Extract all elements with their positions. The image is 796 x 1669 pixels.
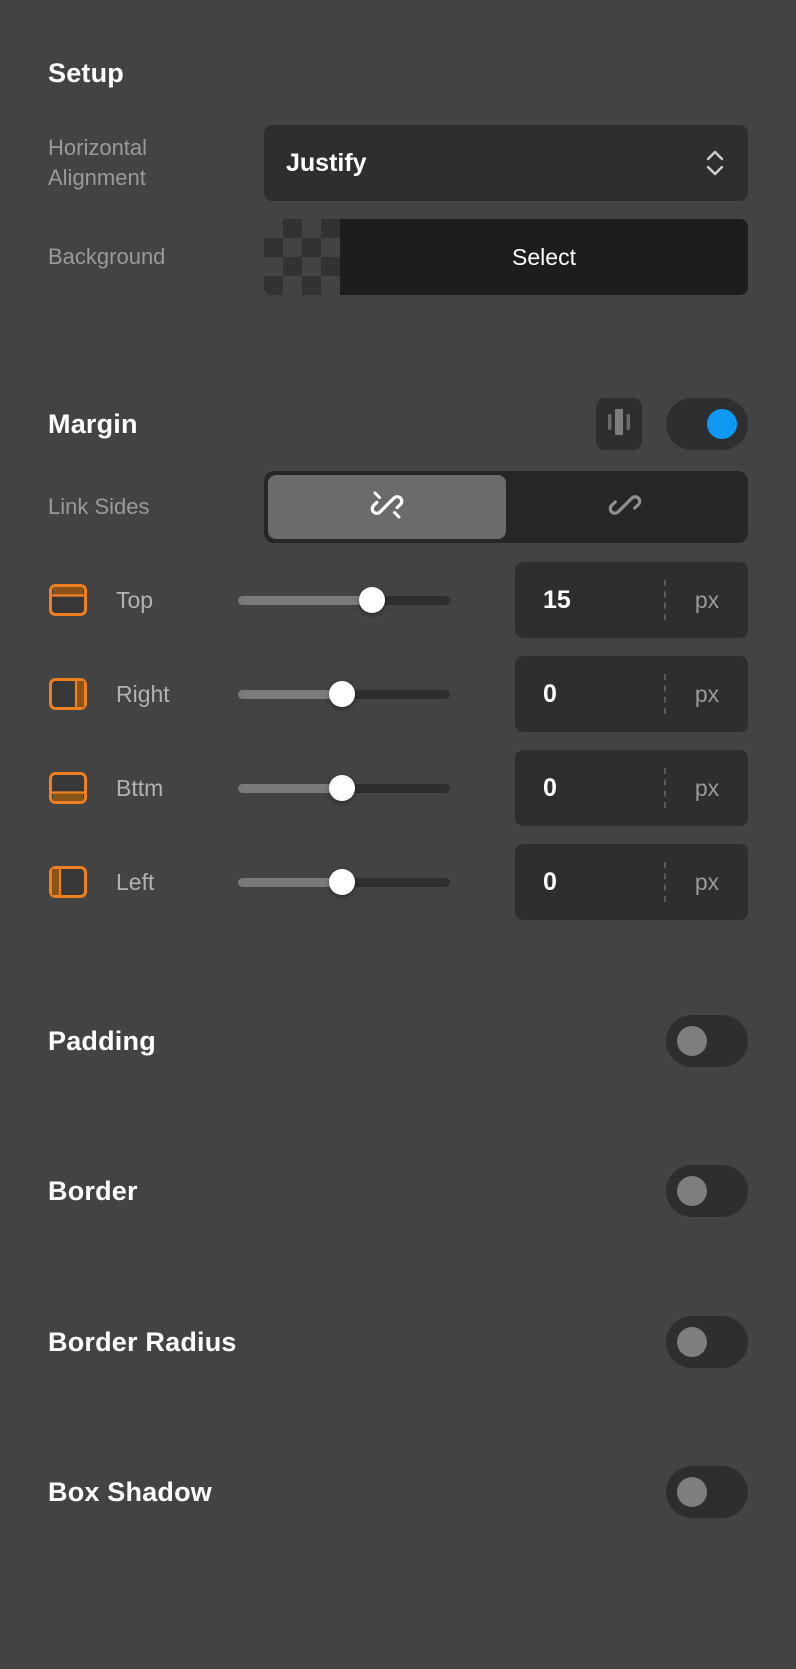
slider-thumb[interactable] (328, 869, 355, 895)
border-section-title: Border (48, 1175, 138, 1206)
background-select-button[interactable]: Select (340, 219, 748, 295)
link-sides-option-linked[interactable] (506, 475, 744, 539)
style-properties-panel: Setup Horizontal Alignment Justify Backg… (0, 0, 796, 1669)
background-select-label: Select (512, 243, 576, 270)
box-shadow-section: Box Shadow (48, 1466, 748, 1518)
setup-section-title: Setup (48, 58, 125, 88)
border-radius-enable-toggle[interactable] (666, 1316, 748, 1368)
margin-row-label: Top (116, 586, 154, 613)
margin-bottom-input[interactable]: 0 px (515, 750, 748, 826)
border-radius-section-title: Border Radius (48, 1326, 237, 1357)
margin-top-value: 15 (543, 585, 571, 614)
margin-right-value: 0 (543, 679, 557, 708)
margin-right-input[interactable]: 0 px (515, 656, 748, 732)
box-shadow-enable-toggle[interactable] (666, 1466, 748, 1518)
box-shadow-section-title: Box Shadow (48, 1476, 213, 1507)
slider-thumb[interactable] (328, 681, 355, 707)
horizontal-alignment-select[interactable]: Justify (264, 125, 748, 201)
margin-spacing-icon (606, 406, 632, 443)
toggle-knob (677, 1327, 707, 1357)
background-row: Background Select (48, 219, 748, 295)
padding-section-title: Padding (48, 1025, 156, 1056)
margin-row-bottom: Bttm 0 px (48, 750, 748, 826)
slider-track-fill (238, 783, 342, 793)
link-icon (607, 487, 643, 528)
margin-row-label: Right (116, 680, 170, 707)
border-radius-section: Border Radius (48, 1316, 748, 1368)
link-sides-segmented-control (264, 471, 748, 543)
margin-row-top: Top 15 px (48, 562, 748, 638)
margin-row-label: Left (116, 868, 155, 895)
toggle-knob (677, 1176, 707, 1206)
slider-track-fill (238, 689, 342, 699)
margin-bottom-slider[interactable] (238, 768, 450, 808)
chevron-updown-icon (704, 146, 726, 180)
margin-top-input[interactable]: 15 px (515, 562, 748, 638)
padding-section: Padding (48, 1015, 748, 1067)
margin-left-value: 0 (543, 867, 557, 896)
slider-track-fill (238, 877, 342, 887)
link-sides-row: Link Sides (48, 471, 748, 543)
link-broken-icon (369, 487, 405, 528)
background-label: Background (48, 244, 166, 269)
margin-top-slider[interactable] (238, 580, 450, 620)
toggle-knob (707, 409, 737, 439)
background-color-swatch[interactable] (264, 219, 340, 295)
margin-left-slider[interactable] (238, 862, 450, 902)
margin-enable-toggle[interactable] (666, 398, 748, 450)
box-top-icon (48, 580, 88, 620)
toggle-knob (677, 1477, 707, 1507)
margin-right-slider[interactable] (238, 674, 450, 714)
margin-left-unit: px (694, 868, 720, 895)
margin-section-title: Margin (48, 408, 138, 439)
horizontal-alignment-label: Horizontal Alignment (48, 135, 148, 190)
background-control: Select (264, 219, 748, 295)
slider-thumb[interactable] (328, 775, 355, 801)
horizontal-alignment-row: Horizontal Alignment Justify (48, 125, 748, 201)
slider-thumb[interactable] (358, 587, 385, 613)
padding-enable-toggle[interactable] (666, 1015, 748, 1067)
border-enable-toggle[interactable] (666, 1165, 748, 1217)
margin-left-input[interactable]: 0 px (515, 844, 748, 920)
margin-row-right: Right 0 px (48, 656, 748, 732)
box-left-icon (48, 862, 88, 902)
link-sides-option-unlinked[interactable] (268, 475, 506, 539)
margin-row-left: Left 0 px (48, 844, 748, 920)
margin-bottom-value: 0 (543, 773, 557, 802)
border-section: Border (48, 1165, 748, 1217)
link-sides-label: Link Sides (48, 494, 150, 519)
margin-row-label: Bttm (116, 774, 164, 801)
slider-track-fill (238, 595, 372, 605)
toggle-knob (677, 1026, 707, 1056)
box-right-icon (48, 674, 88, 714)
margin-right-unit: px (694, 680, 720, 707)
margin-section-header: Margin (48, 398, 748, 450)
horizontal-alignment-value: Justify (286, 148, 367, 177)
margin-spacing-button[interactable] (596, 398, 642, 450)
margin-top-unit: px (694, 586, 720, 613)
box-bottom-icon (48, 768, 88, 808)
margin-bottom-unit: px (694, 774, 720, 801)
